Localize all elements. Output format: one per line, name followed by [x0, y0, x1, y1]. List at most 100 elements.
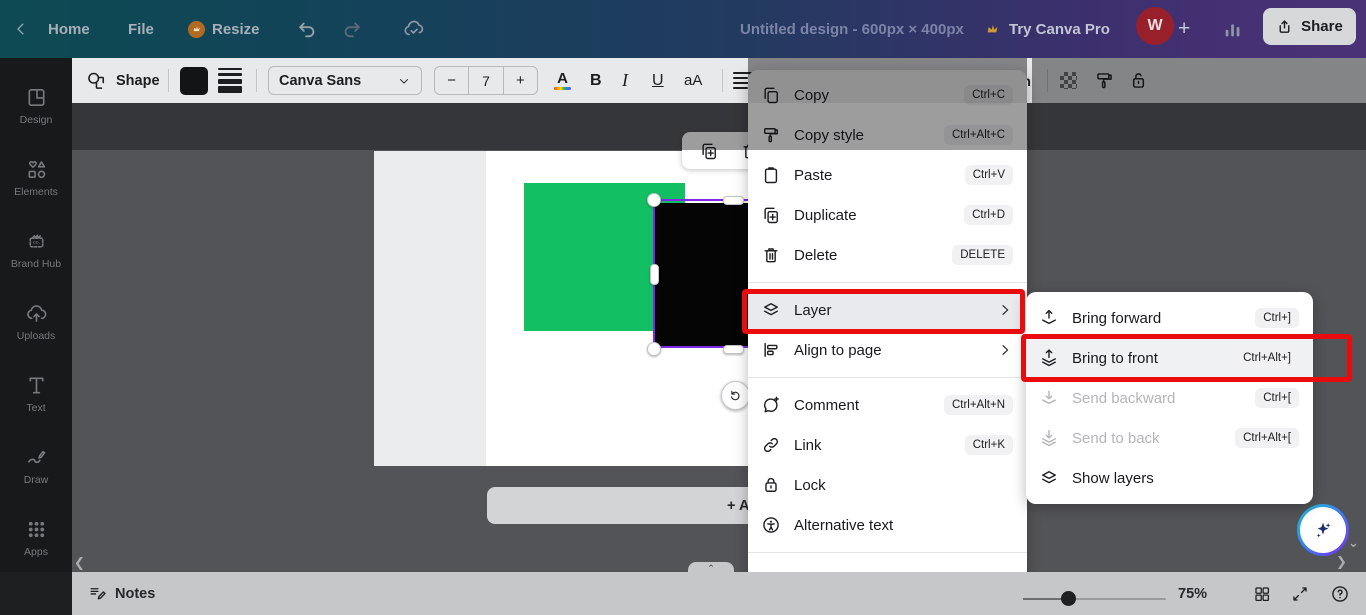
- file-button[interactable]: File: [128, 0, 154, 58]
- rotate-icon: [728, 388, 743, 403]
- menu-item-align-to-page[interactable]: Align to page: [748, 330, 1027, 370]
- elements-icon: [25, 158, 48, 181]
- sidebar-item-text[interactable]: Text: [0, 358, 72, 430]
- resize-handle-top-left[interactable]: [647, 193, 661, 207]
- sidebar: Design Elements co. Brand Hub Uploads Te…: [0, 58, 72, 615]
- font-size-increase[interactable]: +: [504, 67, 537, 94]
- copy-style-toolbar-icon[interactable]: [1094, 58, 1115, 103]
- layer-submenu: Bring forwardCtrl+] Bring to frontCtrl+A…: [1026, 292, 1313, 504]
- sidebar-item-apps[interactable]: Apps: [0, 502, 72, 574]
- design-icon: [25, 86, 48, 109]
- letter-case-button[interactable]: aA: [684, 58, 702, 103]
- try-canva-pro-button[interactable]: Try Canva Pro: [985, 0, 1110, 58]
- add-member-button[interactable]: +: [1178, 0, 1190, 58]
- duplicate-icon[interactable]: [699, 141, 719, 161]
- shape-icon: [85, 70, 107, 92]
- home-button[interactable]: Home: [48, 0, 90, 58]
- chevron-right-icon: [997, 302, 1013, 318]
- design-title[interactable]: Untitled design - 600px × 400px: [740, 0, 964, 58]
- scroll-down-icon[interactable]: ⌄: [1348, 535, 1359, 551]
- canva-assistant-button[interactable]: [1297, 504, 1349, 556]
- back-icon[interactable]: [12, 0, 30, 58]
- canva-editor: Home File Resize Untitled design - 600px…: [0, 0, 1366, 615]
- fill-color-swatch[interactable]: [180, 67, 208, 95]
- insights-icon[interactable]: [1222, 0, 1244, 58]
- link-icon: [761, 435, 781, 455]
- zoom-level[interactable]: 75%: [1178, 572, 1207, 615]
- menu-item-layer[interactable]: Layer: [748, 290, 1027, 330]
- scroll-left-icon[interactable]: ❮: [74, 555, 85, 571]
- submenu-item-bring-to-front[interactable]: Bring to frontCtrl+Alt+]: [1026, 338, 1313, 378]
- lock-toolbar-icon[interactable]: [1128, 58, 1149, 103]
- avatar[interactable]: W: [1136, 7, 1174, 45]
- send-to-back-icon: [1039, 428, 1059, 448]
- menu-item-copy[interactable]: CopyCtrl+C: [748, 75, 1027, 115]
- submenu-item-send-backward[interactable]: Send backwardCtrl+[: [1026, 378, 1313, 418]
- top-bar: Home File Resize Untitled design - 600px…: [0, 0, 1366, 58]
- bring-forward-icon: [1039, 308, 1059, 328]
- crown-gold-icon: [985, 21, 1001, 37]
- font-family-select[interactable]: Canva Sans: [268, 66, 422, 95]
- font-size-value[interactable]: 7: [468, 67, 503, 94]
- lock-open-icon: [1128, 70, 1149, 91]
- svg-text:co.: co.: [32, 240, 39, 246]
- menu-item-lock[interactable]: Lock: [748, 465, 1027, 505]
- menu-item-duplicate[interactable]: DuplicateCtrl+D: [748, 195, 1027, 235]
- layers-icon: [761, 300, 781, 320]
- resize-handle-left[interactable]: [650, 264, 659, 285]
- text-color-button[interactable]: A: [554, 58, 571, 103]
- undo-icon[interactable]: [296, 0, 318, 58]
- resize-handle-bottom-left[interactable]: [647, 342, 661, 356]
- fullscreen-icon[interactable]: [1291, 585, 1309, 603]
- sidebar-item-brand-hub[interactable]: co. Brand Hub: [0, 214, 72, 286]
- submenu-item-send-to-back[interactable]: Send to backCtrl+Alt+[: [1026, 418, 1313, 458]
- share-button[interactable]: Share: [1263, 8, 1356, 45]
- menu-item-alternative-text[interactable]: Alternative text: [748, 505, 1027, 545]
- bring-to-front-icon: [1039, 348, 1059, 368]
- menu-divider: [748, 377, 1027, 378]
- align-icon: [761, 340, 781, 360]
- chevron-down-icon: [397, 74, 411, 88]
- font-size-decrease[interactable]: −: [435, 67, 468, 94]
- page-dim-strip: [374, 151, 486, 466]
- menu-item-paste[interactable]: PasteCtrl+V: [748, 155, 1027, 195]
- grid-view-icon[interactable]: [1253, 585, 1271, 603]
- menu-item-copy-style[interactable]: Copy styleCtrl+Alt+C: [748, 115, 1027, 155]
- rotate-handle[interactable]: [721, 381, 750, 410]
- sidebar-item-uploads[interactable]: Uploads: [0, 286, 72, 358]
- resize-button[interactable]: Resize: [188, 0, 260, 58]
- menu-divider: [748, 552, 1027, 553]
- resize-handle-top[interactable]: [723, 196, 744, 205]
- bold-button[interactable]: B: [590, 58, 602, 103]
- accessibility-icon: [761, 515, 781, 535]
- submenu-item-bring-forward[interactable]: Bring forwardCtrl+]: [1026, 298, 1313, 338]
- copy-icon: [761, 85, 781, 105]
- help-icon[interactable]: [1330, 584, 1350, 604]
- italic-button[interactable]: I: [622, 58, 628, 103]
- notes-icon: [88, 584, 107, 603]
- cloud-saved-icon: [402, 0, 426, 58]
- sidebar-item-elements[interactable]: Elements: [0, 142, 72, 214]
- apps-icon: [25, 518, 48, 541]
- underline-button[interactable]: U: [652, 58, 664, 103]
- menu-item-link[interactable]: LinkCtrl+K: [748, 425, 1027, 465]
- border-style-button[interactable]: [218, 58, 242, 103]
- trash-icon: [761, 245, 781, 265]
- notes-button[interactable]: Notes: [88, 572, 155, 615]
- comment-plus-icon: [761, 395, 781, 415]
- resize-handle-bottom[interactable]: [723, 345, 744, 354]
- footer-collapse-tab[interactable]: ⌃: [688, 562, 734, 572]
- menu-item-comment[interactable]: CommentCtrl+Alt+N: [748, 385, 1027, 425]
- sidebar-item-draw[interactable]: Draw: [0, 430, 72, 502]
- menu-item-delete[interactable]: DeleteDELETE: [748, 235, 1027, 275]
- scroll-right-icon[interactable]: ❯: [1336, 554, 1347, 570]
- redo-icon[interactable]: [341, 0, 363, 58]
- menu-divider: [748, 282, 1027, 283]
- transparency-icon[interactable]: [1060, 72, 1077, 89]
- submenu-item-show-layers[interactable]: Show layers: [1026, 458, 1313, 498]
- zoom-slider[interactable]: [1023, 598, 1166, 600]
- shape-button[interactable]: Shape: [85, 58, 160, 103]
- sidebar-item-design[interactable]: Design: [0, 70, 72, 142]
- duplicate-icon: [761, 205, 781, 225]
- zoom-slider-knob[interactable]: [1061, 591, 1076, 606]
